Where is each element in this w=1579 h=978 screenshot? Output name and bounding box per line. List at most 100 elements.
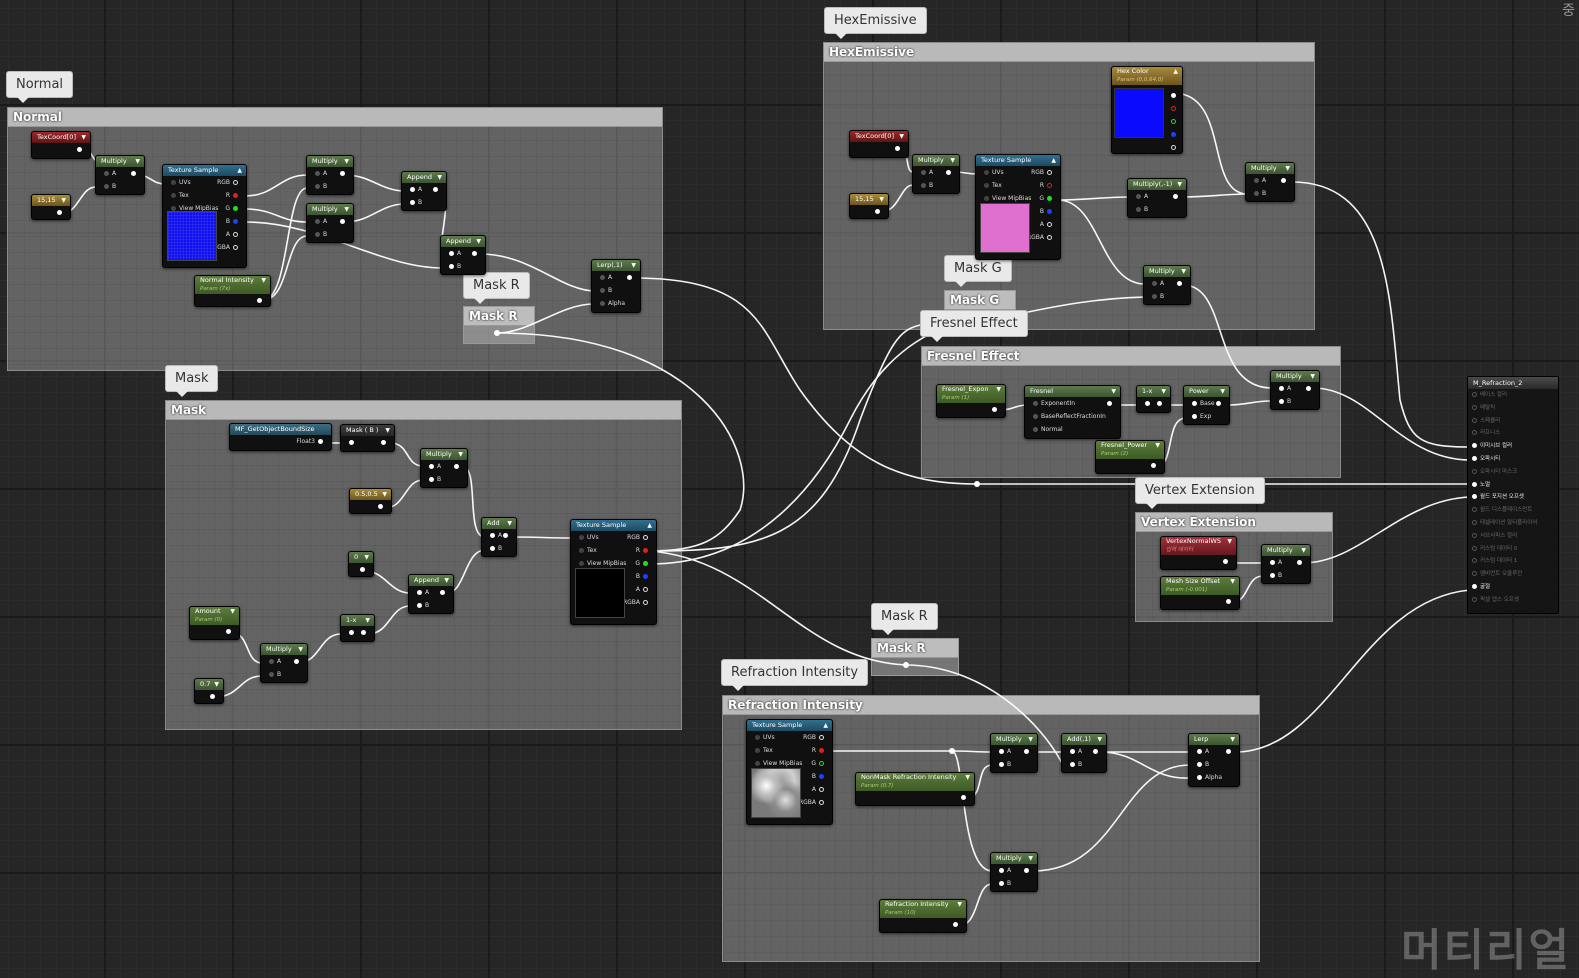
output-pin-icon[interactable] (1171, 145, 1176, 150)
input-pin-a[interactable]: A (307, 215, 353, 228)
output-pin-icon[interactable] (1223, 745, 1234, 758)
input-pin-b[interactable]: B (1246, 187, 1294, 200)
texture-sample-node[interactable]: Texture Sample ▲ UVs RGB Tex R View MipBias… (746, 719, 833, 825)
comment-title-normal[interactable]: Normal (8, 108, 662, 127)
output-pin-icon[interactable] (1090, 745, 1101, 758)
add-1-node[interactable]: Add(,1) ▼ A B (1061, 733, 1107, 773)
bubble-normal[interactable]: Normal (6, 71, 74, 103)
pin-row[interactable]: Tex R (747, 744, 832, 757)
output-pin-icon[interactable] (1223, 595, 1234, 608)
hex-color-node[interactable]: Hex Color ▲ Param (0,0,64,0) (1111, 66, 1183, 154)
vertex-normal-ws-node[interactable]: VertexNormalWS ▼ 입력 데이터 (1160, 536, 1237, 570)
pin-icon[interactable] (1472, 481, 1477, 487)
input-pin-a[interactable]: A (1128, 190, 1186, 203)
input-pin-a[interactable]: A (1144, 277, 1190, 290)
texcoord-node[interactable]: TexCoord[0] ▼ (849, 130, 909, 158)
input-pin-b[interactable]: B (96, 180, 144, 193)
pin-icon[interactable] (1472, 583, 1477, 589)
constant-15-15-node[interactable]: 15,15 ▼ (31, 194, 71, 220)
pin-icon[interactable] (1472, 404, 1477, 410)
input-pin-b[interactable]: B (1128, 203, 1186, 216)
pin-icon[interactable] (1472, 507, 1477, 513)
add-node[interactable]: Add ▼ A B (481, 517, 517, 557)
multiply-node[interactable]: Multiply ▼ A B (1245, 162, 1295, 202)
input-pin-a[interactable]: A (261, 655, 307, 668)
output-pin-icon[interactable] (1213, 397, 1224, 410)
output-pin-icon[interactable] (872, 205, 883, 218)
input-pin-a[interactable]: A (1062, 745, 1106, 758)
fresnel-expon-param-node[interactable]: Fresnel_Expon ▼ Param (1) (936, 384, 1006, 418)
pin-icon[interactable] (1472, 443, 1477, 449)
comment-title-mask[interactable]: Mask (166, 401, 681, 420)
input-pin-exp[interactable]: Exp (1184, 410, 1229, 423)
pin-row[interactable] (341, 436, 394, 449)
bubble-mask[interactable]: Mask (165, 365, 219, 397)
bubble-refraction[interactable]: Refraction Intensity (721, 659, 869, 691)
result-input-pin[interactable]: 오파시티 마스크 (1468, 466, 1558, 479)
input-pin-exponent[interactable]: ExponentIn (1025, 397, 1120, 410)
pin-icon[interactable] (1472, 417, 1477, 423)
pin-icon[interactable] (1472, 545, 1477, 551)
append-node[interactable]: Append ▼ A B (408, 574, 454, 614)
multiply-node[interactable]: Multiply ▼ A B (420, 448, 468, 488)
amount-param-node[interactable]: Amount ▼ Param (0) (189, 606, 240, 640)
input-pin-b[interactable]: B (991, 758, 1037, 771)
output-pin-icon[interactable] (254, 294, 265, 307)
result-input-pin[interactable]: 월드 포지션 오프셋 (1468, 491, 1558, 504)
output-pin-icon[interactable] (1021, 745, 1032, 758)
constant-0-node[interactable]: 0 ▼ (348, 551, 374, 577)
output-pin-icon[interactable] (1174, 277, 1185, 290)
input-pin-a[interactable]: A (1271, 382, 1319, 395)
input-pin-a[interactable]: A (409, 586, 453, 599)
pin-icon[interactable] (1472, 430, 1477, 436)
lerp-node[interactable]: Lerp ▼ A B Alpha (1188, 733, 1240, 787)
pin-icon[interactable] (1472, 532, 1477, 538)
input-pin-b[interactable]: B (1262, 569, 1310, 582)
output-pin-icon[interactable] (437, 586, 448, 599)
input-pin-base-reflect[interactable]: BaseReflectFractionIn (1025, 410, 1120, 423)
result-input-pin[interactable]: 커스텀 데이터 0 (1468, 543, 1558, 556)
bubble-hex-emissive[interactable]: HexEmissive (824, 7, 927, 39)
pin-icon[interactable] (1472, 455, 1477, 461)
bubble-fresnel[interactable]: Fresnel Effect (920, 310, 1028, 342)
refraction-intensity-param-node[interactable]: Refraction Intensity ▼ Param (10) (879, 899, 967, 933)
output-pin-icon[interactable] (1303, 382, 1314, 395)
input-pin-a[interactable]: A (307, 167, 353, 180)
multiply-node[interactable]: Multiply ▼ A B (1270, 370, 1320, 410)
input-pin-b[interactable]: B (1189, 758, 1239, 771)
input-pin-a[interactable]: A (402, 183, 446, 196)
output-pin-icon[interactable] (624, 271, 635, 284)
one-minus-node[interactable]: 1-x ▼ (1136, 385, 1171, 413)
output-pin-icon[interactable] (1021, 864, 1032, 877)
result-input-pin[interactable]: 앰비언트 오클루전 (1468, 568, 1558, 581)
multiply-node[interactable]: Multiply ▼ A B (990, 852, 1038, 892)
pin-icon[interactable] (1472, 392, 1477, 397)
one-minus-node[interactable]: 1-x ▼ (340, 614, 375, 642)
output-pin-icon[interactable] (958, 791, 969, 804)
comment-title-hex-emissive[interactable]: HexEmissive (824, 43, 1314, 62)
multiply-node[interactable]: Multiply ▼ A B (1261, 544, 1311, 584)
comment-box-hex-emissive[interactable]: HexEmissive (823, 42, 1315, 330)
output-pin-icon[interactable] (337, 215, 348, 228)
output-pin-icon[interactable] (1171, 93, 1176, 98)
input-pin-normal[interactable]: Normal (1025, 423, 1120, 436)
comment-title-fresnel[interactable]: Fresnel Effect (922, 347, 1340, 366)
bubble-mask-r-bottom[interactable]: Mask R (871, 603, 938, 635)
input-pin-a[interactable]: A (421, 460, 467, 473)
output-pin-icon[interactable] (500, 529, 511, 542)
output-pin-icon[interactable] (74, 143, 85, 156)
pin-row[interactable]: UVs RGB (163, 176, 246, 189)
pin-icon[interactable] (1472, 494, 1477, 500)
output-pin-icon[interactable] (1171, 119, 1176, 124)
input-pin-b[interactable]: B (261, 668, 307, 681)
output-pin-icon[interactable] (357, 563, 368, 576)
output-pin-icon[interactable] (1171, 132, 1176, 137)
texture-sample-node[interactable]: Texture Sample ▲ UVs RGB Tex R View MipBias… (570, 519, 657, 625)
result-input-pin[interactable]: 픽셀 뎁스 오프셋 (1468, 594, 1558, 607)
pin-row[interactable]: UVs RGB (571, 531, 656, 544)
output-pin-icon[interactable] (337, 167, 348, 180)
bubble-mask-r-top[interactable]: Mask R (463, 272, 530, 304)
output-pin-icon[interactable] (469, 247, 480, 260)
multiply-node[interactable]: Multiply ▼ A B (260, 643, 308, 683)
result-input-pin[interactable]: 테셀레이션 멀티플라이어 (1468, 517, 1558, 530)
